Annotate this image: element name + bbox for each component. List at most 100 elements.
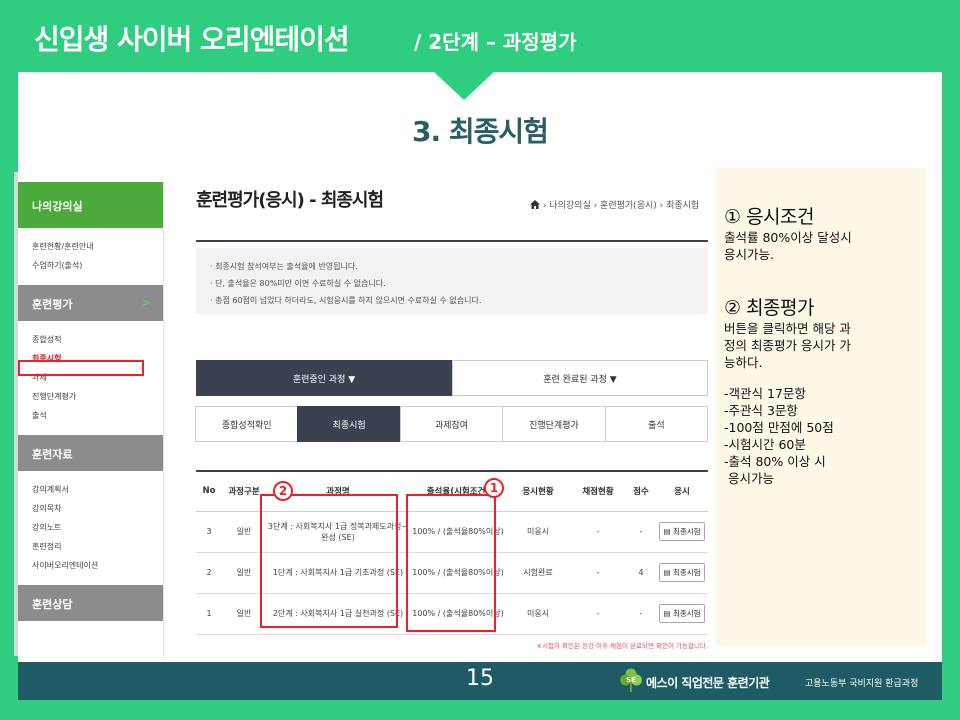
slide-subtitle: / 2단계 – 과정평가 <box>414 30 577 54</box>
document-icon: ▤ <box>663 609 671 618</box>
notice-line: · 단, 출석율은 80%미만 이면 수료하실 수 없습니다. <box>210 279 386 288</box>
table-footnote: ※시험지 확인은 응강 이후 채점이 완료되면 확인이 가능합니다. <box>536 642 708 650</box>
take-final-exam-label: 최종시험 <box>672 527 701 536</box>
evaluation-tabs: 종합성적확인 최종시험 과제참여 진행단계평가 출석 <box>195 406 708 442</box>
exam-condition-heading: ① 응시조건 <box>724 206 815 228</box>
take-final-exam-label: 최종시험 <box>672 609 701 618</box>
sidebar-section-materials[interactable]: 훈련자료 <box>18 435 163 471</box>
section-title: 3. 최종시험 <box>412 115 549 148</box>
title-divider <box>196 240 708 242</box>
chevron-right-icon: > <box>141 296 151 309</box>
cell-action: ▤ 최종시험 <box>656 511 708 553</box>
sidebar-header[interactable]: 나의강의실 <box>18 182 163 228</box>
cell-grading: - <box>570 511 626 553</box>
footer-brand: 에스이 직업전문 훈련기관 <box>646 676 770 690</box>
tab-in-progress-courses[interactable]: 훈련중인 과정 ▼ <box>196 360 452 396</box>
sidebar-item-attend-class[interactable]: 수업하기(출석) <box>32 256 163 275</box>
sidebar-item-contents[interactable]: 강의목차 <box>32 499 163 518</box>
take-final-exam-button[interactable]: ▤ 최종시험 <box>659 604 705 623</box>
slide-header: 신입생 사이버 오리엔테이션 / 2단계 – 과정평가 <box>0 0 960 72</box>
sidebar-item-syllabus[interactable]: 강의계획서 <box>32 480 163 499</box>
sidebar-section-evaluation[interactable]: 훈련평가 > <box>18 285 163 321</box>
take-final-exam-button[interactable]: ▤ 최종시험 <box>659 522 705 541</box>
cell-grading: - <box>570 552 626 594</box>
cell-score: - <box>626 593 656 635</box>
info-text-line: 정의 최종평가 응시가 가 <box>724 338 851 353</box>
tab-attendance[interactable]: 출석 <box>604 406 708 442</box>
detail-line: -객관식 17문항 <box>724 386 806 401</box>
tab-assignment[interactable]: 과제참여 <box>399 406 504 442</box>
take-final-exam-button[interactable]: ▤ 최종시험 <box>659 563 705 582</box>
sidebar-materials-list: 강의계획서 강의목차 강의노트 훈련정리 사이버오리엔테이션 <box>18 471 163 585</box>
cell-action: ▤ 최종시험 <box>656 552 708 594</box>
cell-grading: - <box>570 593 626 635</box>
sidebar-section-counsel[interactable]: 훈련상담 <box>18 585 163 621</box>
sidebar-section-label: 훈련자료 <box>32 448 73 461</box>
lms-screenshot: 나의강의실 훈련현황/훈련안내 수업하기(출석) 훈련평가 > 종합성적 최종시… <box>18 168 708 658</box>
highlight-course-name-column <box>260 494 398 628</box>
cell-no: 3 <box>196 511 222 553</box>
breadcrumb-path[interactable]: › 나의강의실 › 훈련평가(응시) › 최종시험 <box>543 201 699 211</box>
info-text-line: 출석률 80%이상 달성시 <box>724 230 852 245</box>
info-text-line: 버튼을 클릭하면 해당 과 <box>724 321 851 336</box>
cell-score: - <box>626 511 656 553</box>
document-icon: ▤ <box>663 527 671 536</box>
cell-status: 미응시 <box>506 593 570 635</box>
sidebar-item-attendance[interactable]: 출석 <box>32 406 163 425</box>
page-title: 훈련평가(응시) - 최종시험 <box>196 190 384 211</box>
cell-status: 시험완료 <box>506 552 570 594</box>
sidebar-evaluation-list: 종합성적 최종시험 과제 진행단계평가 출석 <box>18 321 163 435</box>
column-header: 응시현황 <box>506 470 570 512</box>
detail-line: -주관식 3문항 <box>724 403 798 418</box>
tab-total-grade[interactable]: 종합성적확인 <box>195 406 299 442</box>
sidebar-item-cyber-orientation[interactable]: 사이버오리엔테이션 <box>32 556 163 575</box>
detail-line: -시험시간 60분 <box>724 437 806 452</box>
clover-logo-icon: SE <box>620 668 642 692</box>
cell-action: ▤ 최종시험 <box>656 593 708 635</box>
sidebar-section-label: 훈련상담 <box>32 598 73 611</box>
notice-box: · 최종시험 참석여부는 출석율에 반영됩니다. · 단, 출석율은 80%미만… <box>196 248 708 314</box>
sidebar-item-total-grade[interactable]: 종합성적 <box>32 330 163 349</box>
panel-notch <box>434 72 494 100</box>
cell-no: 1 <box>196 593 222 635</box>
highlight-active-sidebar-item <box>18 360 144 376</box>
sidebar: 나의강의실 훈련현황/훈련안내 수업하기(출석) 훈련평가 > 종합성적 최종시… <box>18 182 164 658</box>
tab-completed-courses[interactable]: 훈련 완료된 과정 ▼ <box>452 360 708 396</box>
tab-progress-eval[interactable]: 진행단계평가 <box>502 406 606 442</box>
tab-final-exam[interactable]: 최종시험 <box>297 406 401 442</box>
info-panel: ① 응시조건 출석률 80%이상 달성시 응시가능. ② 최종평가 버튼을 클릭… <box>716 168 926 646</box>
notice-line: · 총점 60점이 넘었다 하더라도, 시험응시를 하지 않으시면 수료하실 수… <box>210 296 482 305</box>
home-icon[interactable] <box>530 200 540 209</box>
sidebar-item-lecture-notes[interactable]: 강의노트 <box>32 518 163 537</box>
cell-status: 미응시 <box>506 511 570 553</box>
info-text-line: 응시가능. <box>724 247 774 262</box>
document-icon: ▤ <box>663 568 671 577</box>
cell-no: 2 <box>196 552 222 594</box>
detail-line: -100점 만점에 50점 <box>724 420 834 435</box>
take-final-exam-label: 최종시험 <box>672 568 701 577</box>
sidebar-top-list: 훈련현황/훈련안내 수업하기(출석) <box>18 228 163 285</box>
column-header: 응시 <box>656 470 708 512</box>
footer-subtitle: 고용노동부 국비지원 환급과정 <box>805 679 919 689</box>
slide-title: 신입생 사이버 오리엔테이션 <box>34 23 350 56</box>
course-status-tabs: 훈련중인 과정 ▼ 훈련 완료된 과정 ▼ <box>196 360 708 396</box>
sidebar-section-label: 훈련평가 <box>32 298 73 311</box>
column-header: No <box>196 470 222 512</box>
logo-text: SE <box>626 676 636 684</box>
column-header: 점수 <box>626 470 656 512</box>
detail-line: 응시가능 <box>724 471 774 486</box>
sidebar-item-training-status[interactable]: 훈련현황/훈련안내 <box>32 237 163 256</box>
page-number: 15 <box>466 666 494 691</box>
sidebar-item-summary[interactable]: 훈련정리 <box>32 537 163 556</box>
sidebar-item-progress-eval[interactable]: 진행단계평가 <box>32 387 163 406</box>
breadcrumb: › 나의강의실 › 훈련평가(응시) › 최종시험 <box>530 198 699 211</box>
annotation-marker-2: 2 <box>273 481 293 501</box>
detail-line: -출석 80% 이상 시 <box>724 454 826 469</box>
cell-score: 4 <box>626 552 656 594</box>
annotation-marker-1: 1 <box>484 478 504 498</box>
notice-line: · 최종시험 참석여부는 출석율에 반영됩니다. <box>210 262 358 271</box>
info-text-line: 능하다. <box>724 355 763 370</box>
highlight-attendance-column <box>406 494 496 632</box>
